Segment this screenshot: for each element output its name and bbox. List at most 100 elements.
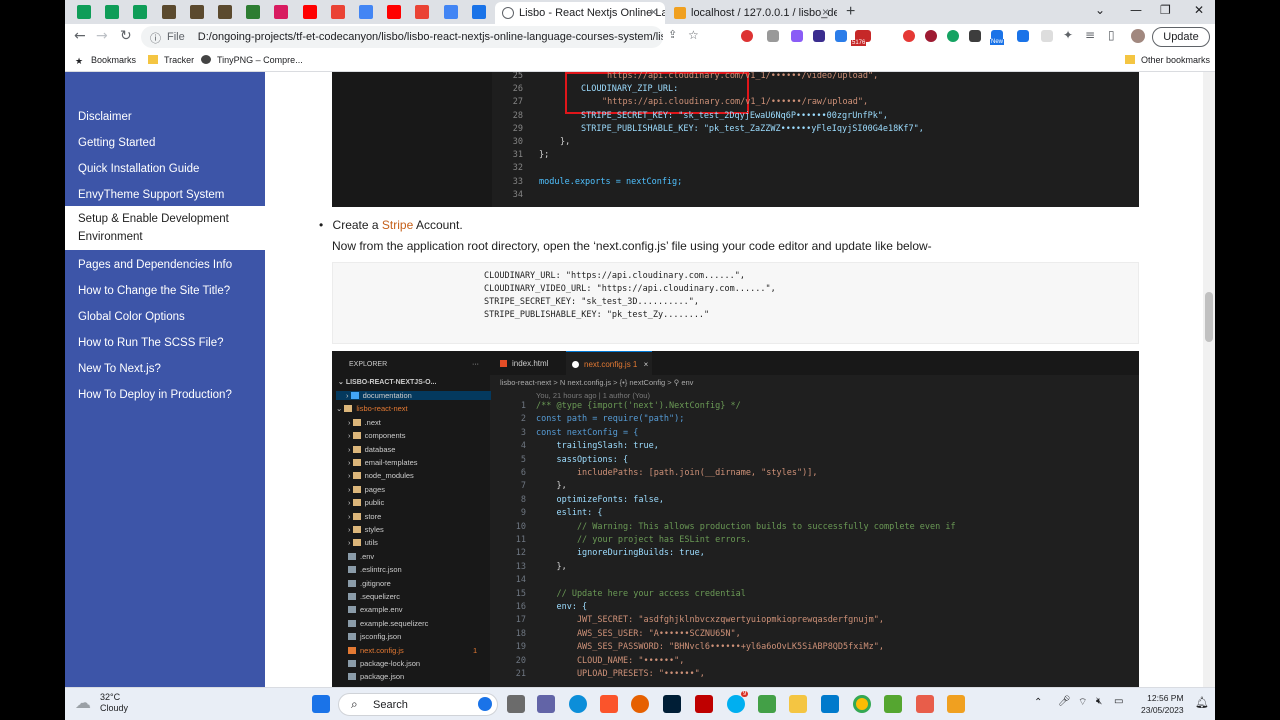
address-bar[interactable]: ⓘ File D:/ongoing-projects/tf-et-codecan…: [141, 26, 663, 48]
sidebar-item[interactable]: EnvyTheme Support System: [65, 186, 265, 204]
reload-icon[interactable]: ↻: [120, 28, 132, 44]
breadcrumb[interactable]: lisbo-react-next > N next.config.js > {•…: [500, 378, 693, 387]
more-icon[interactable]: ···: [472, 361, 479, 368]
sidebar-item[interactable]: Disclaimer: [65, 108, 265, 126]
code-line[interactable]: // Warning: This allows production build…: [536, 522, 956, 532]
explorer-item[interactable]: › styles: [348, 525, 384, 534]
pinned-tab-icon[interactable]: [330, 5, 345, 19]
sidebar-item[interactable]: Setup & Enable Development Environment: [65, 206, 265, 250]
code-line[interactable]: const path = require("path");: [536, 414, 684, 424]
file-explorer-icon[interactable]: [789, 695, 807, 713]
explorer-item[interactable]: next.config.js 1: [348, 646, 477, 655]
code-line[interactable]: JWT_SECRET: "asdfghjklnbvcxzqwertyuiopmk…: [536, 615, 884, 625]
grammarly-icon[interactable]: [947, 30, 959, 42]
update-button[interactable]: Update: [1152, 27, 1210, 47]
code-line[interactable]: eslint: {: [536, 508, 602, 518]
code-line[interactable]: AWS_SES_PASSWORD: "BHNvcl6••••••+yl6a6oO…: [536, 642, 884, 652]
other-bookmarks[interactable]: Other bookmarks: [1125, 55, 1210, 65]
firefox-icon[interactable]: [631, 695, 649, 713]
bing-icon[interactable]: [478, 697, 492, 711]
pinned-tab-icon[interactable]: [387, 5, 402, 19]
sidebar-item[interactable]: Global Color Options: [65, 308, 265, 326]
tray-chevron-icon[interactable]: ⌃: [1034, 697, 1042, 708]
extension-icon[interactable]: [813, 30, 825, 42]
explorer-item[interactable]: .env: [348, 552, 374, 561]
code-line[interactable]: },: [536, 562, 566, 572]
tab-index-html[interactable]: index.html: [494, 351, 564, 375]
explorer-item[interactable]: › pages: [348, 485, 385, 494]
code-line[interactable]: // your project has ESLint errors.: [536, 535, 751, 545]
new-tab-button[interactable]: +: [846, 3, 855, 21]
pinned-tab-icon[interactable]: [189, 5, 204, 19]
tab-lisbo[interactable]: Lisbo - React Nextjs Online Lang ×: [495, 2, 665, 24]
sidebar-item[interactable]: New To Next.js?: [65, 360, 265, 378]
explorer-item[interactable]: › database: [348, 445, 395, 454]
camera-icon[interactable]: [767, 30, 779, 42]
weather-widget[interactable]: ☁ 32°C Cloudy: [75, 692, 128, 714]
notification-icon[interactable]: 🔔︎: [1195, 696, 1209, 709]
explorer-item[interactable]: › utils: [348, 538, 378, 547]
git-blame-lens[interactable]: You, 21 hours ago | 1 author (You): [536, 391, 650, 400]
teams-icon[interactable]: [537, 695, 555, 713]
pinned-tab-icon[interactable]: [161, 5, 176, 19]
pinned-tab-icon[interactable]: [274, 5, 289, 19]
explorer-item[interactable]: › .next: [348, 418, 381, 427]
sidebar-item[interactable]: How To Deploy in Production?: [65, 386, 265, 404]
close-icon[interactable]: ×: [822, 5, 829, 19]
task-view-icon[interactable]: [507, 695, 525, 713]
pen-icon[interactable]: [791, 30, 803, 42]
volume-muted-icon[interactable]: 🔇︎: [1096, 696, 1102, 707]
code-line[interactable]: sassOptions: {: [536, 455, 628, 465]
back-icon[interactable]: ←: [74, 28, 86, 44]
close-icon[interactable]: ×: [650, 5, 657, 19]
pinned-tab-icon[interactable]: [415, 5, 430, 19]
wifi-icon[interactable]: ⌔: [1078, 696, 1087, 709]
skype-icon[interactable]: [727, 695, 745, 713]
explorer-item[interactable]: .sequelizerc: [348, 592, 400, 601]
pinned-tab-icon[interactable]: [246, 5, 261, 19]
extension-icon[interactable]: [741, 30, 753, 42]
vscode-icon[interactable]: [821, 695, 839, 713]
chrome-icon[interactable]: [853, 695, 871, 713]
explorer-item[interactable]: example.sequelizerc: [348, 619, 428, 628]
sidebar-item[interactable]: Pages and Dependencies Info: [65, 256, 265, 274]
explorer-item[interactable]: › documentation: [336, 391, 491, 400]
code-line[interactable]: /** @type {import('next').NextConfig} */: [536, 401, 741, 411]
tab-phpmyadmin[interactable]: localhost / 127.0.0.1 / lisbo_dev ×: [667, 2, 837, 24]
code-line[interactable]: // Update here your access credential: [536, 589, 745, 599]
code-line[interactable]: UPLOAD_PRESETS: "••••••",: [536, 669, 705, 679]
pinned-tab-icon[interactable]: [302, 5, 317, 19]
photoshop-icon[interactable]: [663, 695, 681, 713]
battery-icon[interactable]: ▭: [1114, 696, 1123, 707]
extension-icon[interactable]: [835, 30, 847, 42]
code-line[interactable]: ignoreDuringBuilds: true,: [536, 548, 705, 558]
forward-icon[interactable]: →: [96, 28, 108, 44]
taskbar-search[interactable]: ⌕ Search: [338, 693, 498, 716]
tab-next-config[interactable]: next.config.js 1 ×: [566, 351, 652, 375]
app-icon[interactable]: [916, 695, 934, 713]
excel-icon[interactable]: [758, 695, 776, 713]
pinned-tab-icon[interactable]: [77, 5, 91, 19]
code-line[interactable]: AWS_SES_USER: "A••••••SCZNU65N",: [536, 629, 741, 639]
system-clock[interactable]: 12:56 PM 23/05/2023: [1141, 692, 1184, 716]
bookmark-star-icon[interactable]: ☆: [688, 28, 699, 42]
code-line[interactable]: CLOUD_NAME: "••••••",: [536, 656, 684, 666]
code-line[interactable]: includePaths: [path.join(__dirname, "sty…: [536, 468, 818, 478]
extension-icon[interactable]: [925, 30, 937, 42]
pinned-tab-icon[interactable]: [218, 5, 232, 19]
app-icon[interactable]: [884, 695, 902, 713]
explorer-item[interactable]: › components: [348, 431, 405, 440]
code-line[interactable]: const nextConfig = {: [536, 428, 638, 438]
explorer-item[interactable]: › public: [348, 498, 384, 507]
minimize-button[interactable]: —: [1130, 3, 1142, 17]
explorer-item[interactable]: ⌄ lisbo-react-next: [336, 404, 408, 413]
filezilla-icon[interactable]: [695, 695, 713, 713]
pinned-tab-icon[interactable]: [105, 5, 120, 19]
pinned-tab-icon[interactable]: [443, 5, 458, 19]
explorer-item[interactable]: jsconfig.json: [348, 632, 401, 641]
explorer-item[interactable]: .eslintrc.json: [348, 565, 402, 574]
bookmark-tracker[interactable]: Tracker: [148, 55, 194, 65]
explorer-item[interactable]: .gitignore: [348, 579, 391, 588]
close-icon[interactable]: ×: [644, 360, 649, 369]
extension-icon[interactable]: [1017, 30, 1029, 42]
